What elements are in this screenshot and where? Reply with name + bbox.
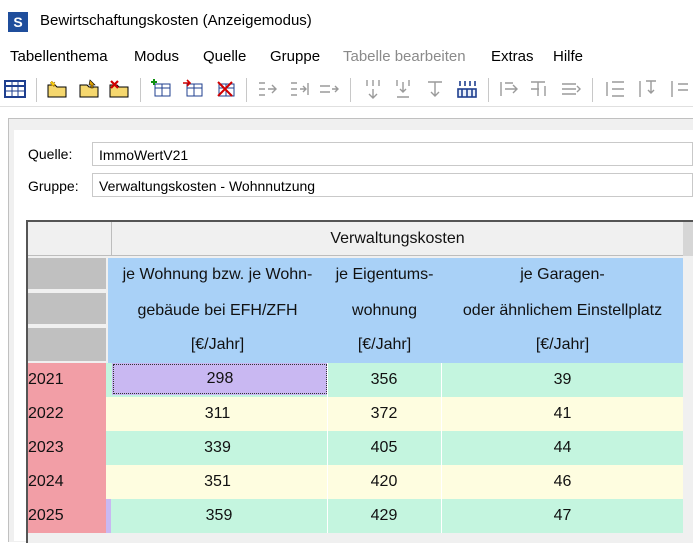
menu-extras[interactable]: Extras bbox=[491, 46, 534, 68]
quelle-field[interactable]: ImmoWertV21 bbox=[92, 142, 693, 166]
column-header-unit: [€/Jahr] bbox=[108, 328, 327, 363]
table-cell[interactable]: 405 bbox=[328, 431, 440, 465]
row-year: 2024 bbox=[28, 465, 106, 499]
table-cell[interactable]: 311 bbox=[108, 397, 327, 431]
menu-quelle[interactable]: Quelle bbox=[203, 46, 246, 68]
title-bar: S Bewirtschaftungskosten (Anzeigemodus) bbox=[0, 0, 693, 40]
new-folder-icon[interactable] bbox=[46, 78, 68, 100]
row-stack-icon[interactable] bbox=[456, 78, 478, 100]
menu-bar: Tabellenthema Modus Quelle Gruppe Tabell… bbox=[0, 46, 693, 68]
row-year: 2023 bbox=[28, 431, 106, 465]
extra-toolbar-icon[interactable] bbox=[668, 78, 690, 100]
grid-line bbox=[327, 363, 328, 533]
table-cell[interactable]: 41 bbox=[442, 397, 683, 431]
column-header-line2: wohnung bbox=[327, 293, 442, 328]
table-cell[interactable]: 429 bbox=[328, 499, 440, 533]
quelle-label: Quelle: bbox=[28, 146, 73, 162]
table-cell[interactable]: 47 bbox=[442, 499, 683, 533]
delete-folder-icon[interactable] bbox=[108, 78, 130, 100]
table-cell[interactable]: 356 bbox=[328, 363, 440, 397]
menu-gruppe[interactable]: Gruppe bbox=[270, 46, 320, 68]
arrange-icon[interactable] bbox=[604, 78, 626, 100]
toolbar-separator bbox=[592, 78, 593, 102]
copy-table-icon[interactable] bbox=[182, 78, 204, 100]
column-header-line1: je Garagen- bbox=[442, 258, 683, 293]
column-header-line1: je Eigentums- bbox=[327, 258, 442, 293]
grid-scroll-stub bbox=[683, 222, 693, 256]
merge-stack-icon[interactable] bbox=[560, 78, 582, 100]
table-cell[interactable]: 339 bbox=[108, 431, 327, 465]
group-header: Verwaltungskosten bbox=[112, 222, 683, 256]
column-header-unit: [€/Jahr] bbox=[327, 328, 442, 363]
app-icon: S bbox=[8, 12, 28, 32]
arrange-down-icon[interactable] bbox=[636, 78, 658, 100]
merge-left-icon[interactable] bbox=[498, 78, 520, 100]
table-cell[interactable]: 420 bbox=[328, 465, 440, 499]
insert-column-icon[interactable] bbox=[256, 78, 278, 100]
grid-right-gutter bbox=[683, 256, 693, 541]
row-year: 2022 bbox=[28, 397, 106, 431]
toolbar-separator bbox=[36, 78, 37, 102]
table-cell[interactable]: 359 bbox=[111, 499, 327, 533]
toolbar-separator bbox=[246, 78, 247, 102]
toolbar bbox=[0, 72, 693, 107]
column-header-line2: oder ähnlichem Einstellplatz bbox=[442, 293, 683, 328]
table-cell-selected[interactable]: 298 bbox=[112, 363, 328, 395]
table-cell[interactable]: 39 bbox=[442, 363, 683, 397]
header-gray-cell bbox=[28, 293, 106, 326]
toolbar-separator bbox=[488, 78, 489, 102]
table-icon[interactable] bbox=[4, 78, 26, 100]
header-gray-cell bbox=[28, 328, 106, 361]
append-row-icon[interactable] bbox=[424, 78, 446, 100]
menu-tabellenthema[interactable]: Tabellenthema bbox=[10, 46, 108, 68]
menu-modus[interactable]: Modus bbox=[134, 46, 179, 68]
table-cell[interactable]: 351 bbox=[108, 465, 327, 499]
toolbar-separator bbox=[350, 78, 351, 102]
toolbar-separator bbox=[140, 78, 141, 102]
table-cell[interactable]: 46 bbox=[442, 465, 683, 499]
add-table-icon[interactable] bbox=[150, 78, 172, 100]
merge-right-icon[interactable] bbox=[528, 78, 550, 100]
open-folder-icon[interactable] bbox=[78, 78, 100, 100]
column-header-unit: [€/Jahr] bbox=[442, 328, 683, 363]
grid-line bbox=[441, 363, 442, 533]
window-title: Bewirtschaftungskosten (Anzeigemodus) bbox=[40, 12, 312, 29]
table-cell[interactable]: 372 bbox=[328, 397, 440, 431]
column-header-line1: je Wohnung bzw. je Wohn- bbox=[108, 258, 327, 293]
table-cell[interactable]: 44 bbox=[442, 431, 683, 465]
insert-row-icon[interactable] bbox=[362, 78, 384, 100]
delete-table-icon[interactable] bbox=[214, 78, 236, 100]
append-column-icon[interactable] bbox=[318, 78, 340, 100]
gruppe-label: Gruppe: bbox=[28, 178, 79, 194]
gruppe-field[interactable]: Verwaltungskosten - Wohnnutzung bbox=[92, 173, 693, 197]
add-column-icon[interactable] bbox=[288, 78, 310, 100]
header-gray-cell bbox=[28, 258, 106, 291]
menu-hilfe[interactable]: Hilfe bbox=[553, 46, 583, 68]
row-year: 2025 bbox=[28, 499, 106, 533]
add-row-icon[interactable] bbox=[392, 78, 414, 100]
column-header-line2: gebäude bei EFH/ZFH bbox=[108, 293, 327, 328]
corner-cell bbox=[28, 222, 112, 256]
menu-tabelle-bearbeiten[interactable]: Tabelle bearbeiten bbox=[343, 46, 466, 68]
row-year: 2021 bbox=[28, 363, 106, 397]
data-grid: Verwaltungskosten je Wohnung bzw. je Woh… bbox=[26, 220, 693, 543]
